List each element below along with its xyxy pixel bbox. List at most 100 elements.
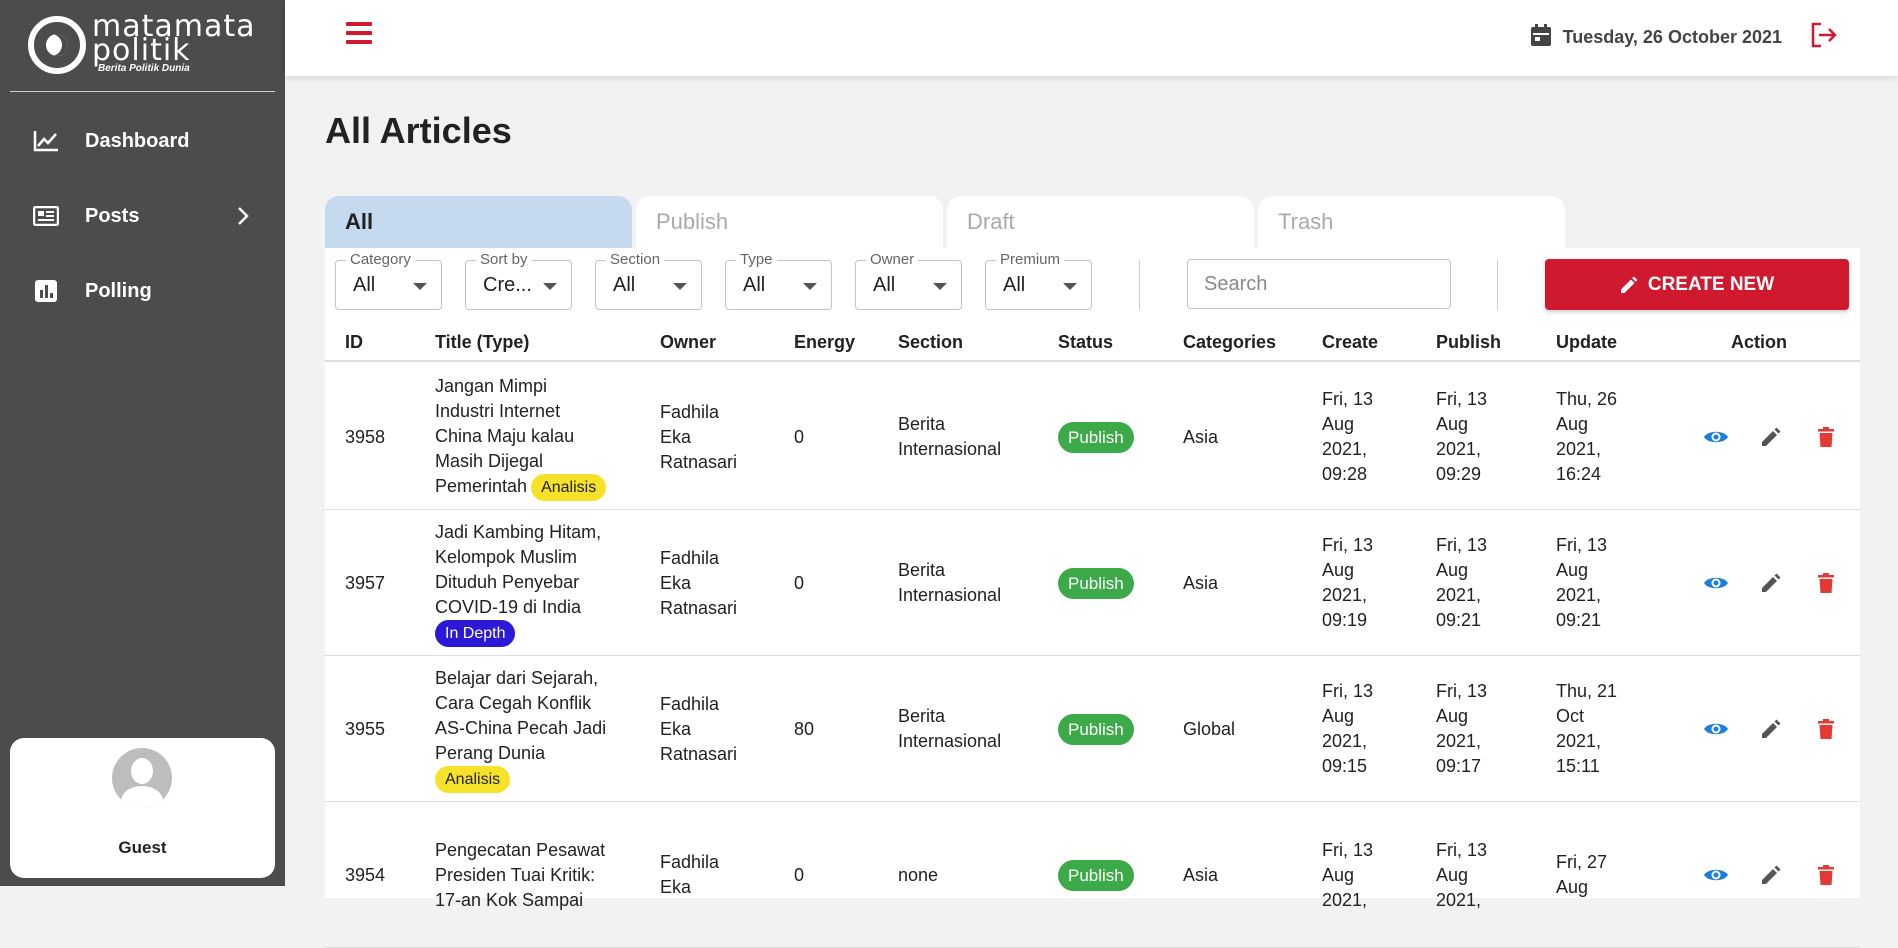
date-line: 2021,: [1322, 889, 1368, 910]
create-new-button[interactable]: CREATE NEW: [1545, 259, 1849, 310]
type-badge: Analisis: [531, 473, 607, 501]
tab-all[interactable]: All: [325, 196, 632, 248]
article-title[interactable]: Belajar dari Sejarah, Cara Cegah Konflik A…: [435, 666, 606, 793]
filter-label: Category: [346, 251, 415, 268]
title-line: 17-an Kok Sampai: [435, 889, 584, 910]
column-header-create[interactable]: Create: [1322, 332, 1378, 353]
publish-date: Fri, 13 Aug 2021, 09:21: [1436, 533, 1487, 633]
article-title[interactable]: Jangan Mimpi Industri Internet China Maju …: [435, 374, 607, 501]
date-line: Aug: [1436, 864, 1469, 885]
table-row[interactable]: 3954 Pengecatan Pesawat Presiden Tuai Krit…: [325, 802, 1860, 948]
update-date: Fri, 13 Aug 2021, 09:21: [1556, 533, 1607, 633]
filter-label: Sort by: [476, 251, 532, 268]
title-line: Dituduh Penyebar: [435, 571, 580, 592]
logout-icon[interactable]: [1810, 22, 1838, 53]
date-line: 15:11: [1556, 756, 1600, 776]
view-eye-icon[interactable]: [1688, 429, 1743, 445]
create-date: Fri, 13 Aug 2021, 09:28: [1322, 387, 1373, 487]
user-card[interactable]: Guest: [10, 738, 275, 878]
owner-line: Eka: [660, 572, 692, 593]
tab-trash[interactable]: Trash: [1258, 196, 1565, 248]
owner-line: Ratnasari: [660, 597, 738, 618]
date-line: Thu, 21: [1556, 681, 1618, 701]
create-date: Fri, 13 Aug 2021,: [1322, 838, 1373, 913]
edit-pencil-icon[interactable]: [1743, 427, 1798, 447]
filter-label: Owner: [866, 251, 919, 268]
row-actions: [1688, 802, 1853, 948]
date-line: Fri, 13: [1436, 681, 1488, 701]
tab-draft[interactable]: Draft: [947, 196, 1254, 248]
filter-value: Cre...: [483, 274, 532, 296]
date-line: 2021,: [1322, 585, 1368, 605]
delete-trash-icon[interactable]: [1798, 427, 1853, 447]
bar-chart-icon: [32, 280, 60, 302]
delete-trash-icon[interactable]: [1798, 865, 1853, 885]
column-header-status[interactable]: Status: [1058, 332, 1113, 353]
eye-logo-icon: [28, 16, 86, 74]
table-row[interactable]: 3957 Jadi Kambing Hitam, Kelompok Muslim Di…: [325, 510, 1860, 656]
column-header-id[interactable]: ID: [345, 332, 363, 353]
article-energy: 0: [794, 864, 805, 885]
edit-pencil-icon[interactable]: [1743, 573, 1798, 593]
delete-trash-icon[interactable]: [1798, 719, 1853, 739]
tab-publish[interactable]: Publish: [636, 196, 943, 248]
edit-pencil-icon[interactable]: [1743, 865, 1798, 885]
title-line: AS-China Pecah Jadi: [435, 717, 607, 738]
column-header-categories[interactable]: Categories: [1183, 332, 1276, 353]
column-header-section[interactable]: Section: [898, 332, 963, 353]
filter-value: All: [743, 274, 766, 296]
publish-date: Fri, 13 Aug 2021,: [1436, 838, 1487, 913]
article-title[interactable]: Jadi Kambing Hitam, Kelompok Muslim Ditudu…: [435, 520, 601, 647]
view-eye-icon[interactable]: [1688, 721, 1743, 737]
article-energy: 0: [794, 572, 805, 593]
calendar-icon: [1530, 24, 1551, 51]
divider: [1139, 260, 1140, 310]
menu-toggle-icon[interactable]: [346, 22, 372, 44]
article-category: Asia: [1183, 572, 1219, 593]
date-line: 2021,: [1436, 439, 1482, 459]
column-header-publish[interactable]: Publish: [1436, 332, 1501, 353]
section-line: none: [898, 864, 939, 885]
title-line: COVID-19 di India: [435, 596, 582, 617]
sidebar-item-posts[interactable]: Posts: [0, 186, 285, 246]
sidebar-item-polling[interactable]: Polling: [0, 261, 285, 321]
column-header-owner[interactable]: Owner: [660, 332, 716, 353]
publish-date: Fri, 13 Aug 2021, 09:29: [1436, 387, 1487, 487]
delete-trash-icon[interactable]: [1798, 573, 1853, 593]
column-header-update[interactable]: Update: [1556, 332, 1617, 353]
status-badge: Publish: [1058, 713, 1134, 745]
section-select[interactable]: Section All: [595, 251, 702, 310]
sort-by-select[interactable]: Sort by Cre...: [465, 251, 572, 310]
date-line: Aug: [1322, 864, 1355, 885]
table-row[interactable]: 3958 Jangan Mimpi Industri Internet China M…: [325, 364, 1860, 510]
date-line: Aug: [1322, 560, 1355, 580]
date-line: Fri, 13: [1436, 535, 1488, 555]
column-header-energy[interactable]: Energy: [794, 332, 855, 353]
article-title[interactable]: Pengecatan Pesawat Presiden Tuai Kritik: 1…: [435, 838, 605, 913]
category-select[interactable]: Category All: [335, 251, 442, 310]
date-line: 09:21: [1436, 610, 1482, 630]
owner-select[interactable]: Owner All: [855, 251, 962, 310]
type-select[interactable]: Type All: [725, 251, 832, 310]
chevron-right-icon: [237, 206, 249, 231]
table-row[interactable]: 3955 Belajar dari Sejarah, Cara Cegah Konf…: [325, 656, 1860, 802]
title-line: Belajar dari Sejarah,: [435, 667, 599, 688]
title-line: Presiden Tuai Kritik:: [435, 864, 596, 885]
filter-value: All: [1003, 274, 1026, 296]
article-energy: 80: [794, 718, 815, 739]
view-eye-icon[interactable]: [1688, 575, 1743, 591]
view-eye-icon[interactable]: [1688, 867, 1743, 883]
sidebar-divider: [10, 91, 275, 92]
date-line: Aug: [1556, 560, 1589, 580]
brand-logo[interactable]: matamata politik Berita Politik Dunia: [28, 12, 268, 78]
date-line: Fri, 13: [1322, 839, 1374, 860]
search-input[interactable]: [1187, 259, 1451, 309]
sidebar-item-dashboard[interactable]: Dashboard: [0, 111, 285, 171]
article-owner: Fadhila Eka Ratnasari: [660, 546, 737, 621]
column-header-title[interactable]: Title (Type): [435, 332, 529, 353]
article-id: 3955: [345, 718, 386, 739]
edit-pencil-icon[interactable]: [1743, 719, 1798, 739]
title-line: China Maju kalau: [435, 425, 575, 446]
premium-select[interactable]: Premium All: [985, 251, 1092, 310]
newspaper-icon: [32, 206, 60, 226]
